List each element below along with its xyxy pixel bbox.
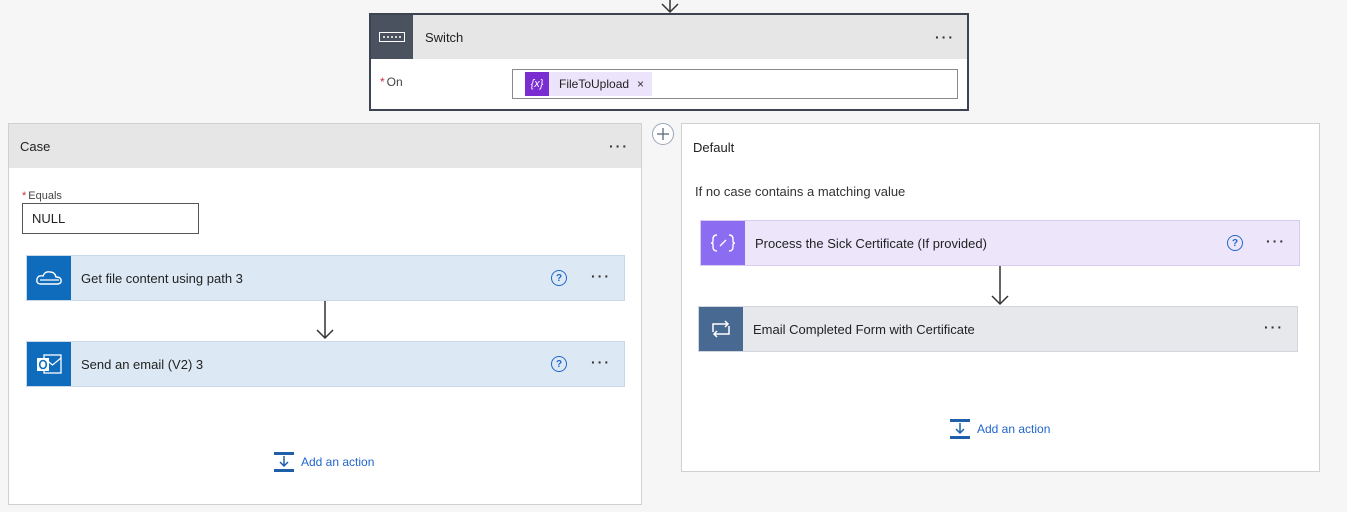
add-an-action-button[interactable]: Add an action [273,451,374,473]
flow-designer-canvas: Switch ··· * On {x} FileToUpload × Case ·… [0,0,1347,512]
required-mark: * [22,190,27,202]
dynamic-content-token[interactable]: {x} FileToUpload × [525,72,653,96]
help-icon[interactable]: ? [1227,235,1243,251]
add-an-action-label: Add an action [301,455,375,469]
case-equals-input[interactable]: NULL [22,203,199,234]
case-title: Case [20,138,51,154]
default-branch: Default If no case contains a matching v… [681,123,1320,472]
arrow-down-icon [661,0,679,14]
required-mark: * [380,75,385,89]
action-card-get-file-content[interactable]: Get file content using path 3 ? ··· [26,255,625,301]
default-description: If no case contains a matching value [695,184,906,199]
switch-action-card[interactable]: Switch ··· * On {x} FileToUpload × [369,13,969,111]
action-title: Send an email (V2) 3 [81,356,204,372]
action-card-email-completed-form[interactable]: Email Completed Form with Certificate ··… [698,306,1298,352]
token-label: FileToUpload [559,77,630,91]
apply-to-each-icon [699,307,743,351]
action-menu-button[interactable]: ··· [591,355,611,369]
case-equals-label-text: Equals [28,190,62,202]
add-action-icon [274,452,294,472]
variable-icon: {x} [525,72,549,96]
scope-icon [701,221,745,265]
add-an-action-label: Add an action [977,422,1051,436]
add-an-action-button[interactable]: Add an action [949,418,1050,440]
action-menu-button[interactable]: ··· [1264,320,1284,334]
action-title: Email Completed Form with Certificate [753,321,975,337]
default-title: Default [693,140,735,155]
case-menu-button[interactable]: ··· [609,138,629,154]
help-icon[interactable]: ? [551,356,567,372]
switch-on-label: * On [380,75,403,89]
token-remove-button[interactable]: × [637,77,644,91]
arrow-down-icon [991,266,1009,306]
switch-title: Switch [425,29,464,45]
case-branch: Case ··· * Equals NULL Get file content u… [8,123,642,505]
plus-icon [657,128,669,140]
switch-on-label-text: On [386,75,403,89]
onedrive-icon [27,256,71,300]
switch-menu-button[interactable]: ··· [935,29,955,45]
case-equals-label: * Equals [22,190,62,202]
add-case-button[interactable] [652,123,674,145]
action-title: Process the Sick Certificate (If provide… [755,235,987,251]
switch-header[interactable]: Switch ··· [371,15,967,59]
action-card-send-email[interactable]: Send an email (V2) 3 ? ··· [26,341,625,387]
action-menu-button[interactable]: ··· [1266,234,1286,248]
outlook-icon [27,342,71,386]
arrow-down-icon [316,301,334,340]
switch-on-input[interactable]: {x} FileToUpload × [512,69,958,99]
case-header[interactable]: Case ··· [9,124,641,168]
switch-body: * On {x} FileToUpload × [371,59,967,109]
help-icon[interactable]: ? [551,270,567,286]
action-menu-button[interactable]: ··· [591,269,611,283]
add-action-icon [950,419,970,439]
action-title: Get file content using path 3 [81,270,243,286]
switch-icon [371,15,413,59]
action-card-process-sick-certificate[interactable]: Process the Sick Certificate (If provide… [700,220,1300,266]
